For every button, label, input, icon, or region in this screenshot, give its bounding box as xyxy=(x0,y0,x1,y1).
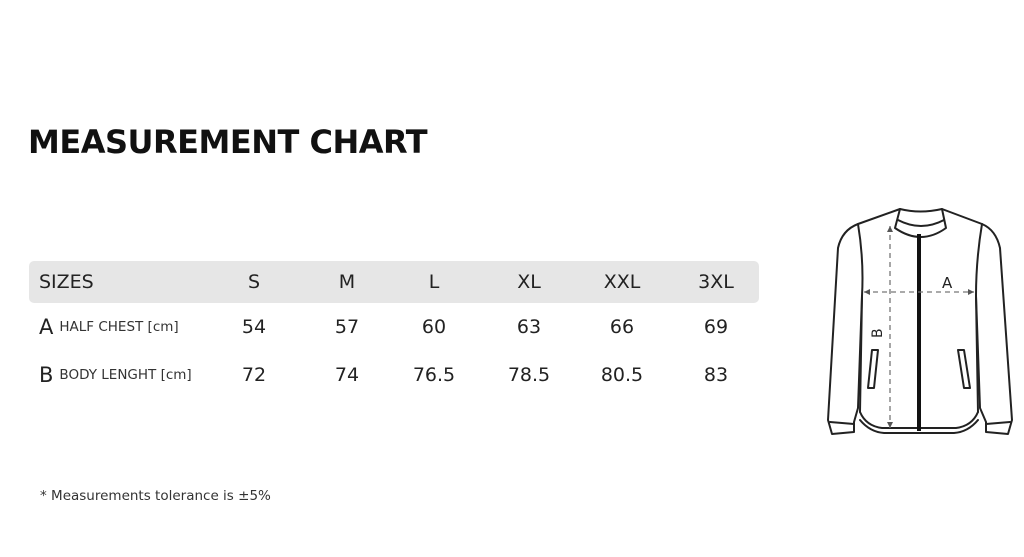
length-value-3xl: 83 xyxy=(703,364,729,386)
size-header-l: L xyxy=(428,271,440,293)
diagram-label-a: A xyxy=(942,274,953,292)
chest-value-3xl: 69 xyxy=(703,316,729,338)
row-label-body-length: B BODY LENGHT [cm] xyxy=(39,351,229,399)
row-name-half-chest: HALF CHEST [cm] xyxy=(59,319,179,335)
tolerance-note: * Measurements tolerance is ±5% xyxy=(40,488,271,504)
size-header-xxl: XXL xyxy=(603,271,641,293)
size-header-3xl: 3XL xyxy=(698,271,734,293)
row-label-half-chest: A HALF CHEST [cm] xyxy=(39,303,229,351)
row-name-body-length: BODY LENGHT [cm] xyxy=(59,367,192,383)
row-letter-b: B xyxy=(39,363,54,387)
sizes-header-label: SIZES xyxy=(39,271,94,293)
size-header-xl: XL xyxy=(517,271,541,293)
diagram-label-b: B xyxy=(870,328,886,338)
chest-value-xl: 63 xyxy=(516,316,542,338)
table-row-body-length: B BODY LENGHT [cm] 72 74 76.5 78.5 80.5 … xyxy=(29,351,759,399)
row-letter-a: A xyxy=(39,315,54,339)
chest-value-l: 60 xyxy=(421,316,447,338)
length-value-xxl: 80.5 xyxy=(600,364,644,386)
length-value-m: 74 xyxy=(334,364,360,386)
size-header-s: S xyxy=(247,271,261,293)
length-value-s: 72 xyxy=(241,364,267,386)
length-value-xl: 78.5 xyxy=(507,364,551,386)
measurement-table: SIZES S M L XL XXL 3XL A HALF CHEST [cm]… xyxy=(29,261,759,399)
table-header-row: SIZES S M L XL XXL 3XL xyxy=(29,261,759,303)
chest-value-m: 57 xyxy=(334,316,360,338)
jacket-icon: A B xyxy=(818,200,1018,445)
chest-value-xxl: 66 xyxy=(609,316,635,338)
table-row-half-chest: A HALF CHEST [cm] 54 57 60 63 66 69 xyxy=(29,303,759,351)
length-value-l: 76.5 xyxy=(412,364,456,386)
chest-value-s: 54 xyxy=(241,316,267,338)
page-title: MEASUREMENT CHART xyxy=(28,123,428,161)
size-header-m: M xyxy=(338,271,356,293)
